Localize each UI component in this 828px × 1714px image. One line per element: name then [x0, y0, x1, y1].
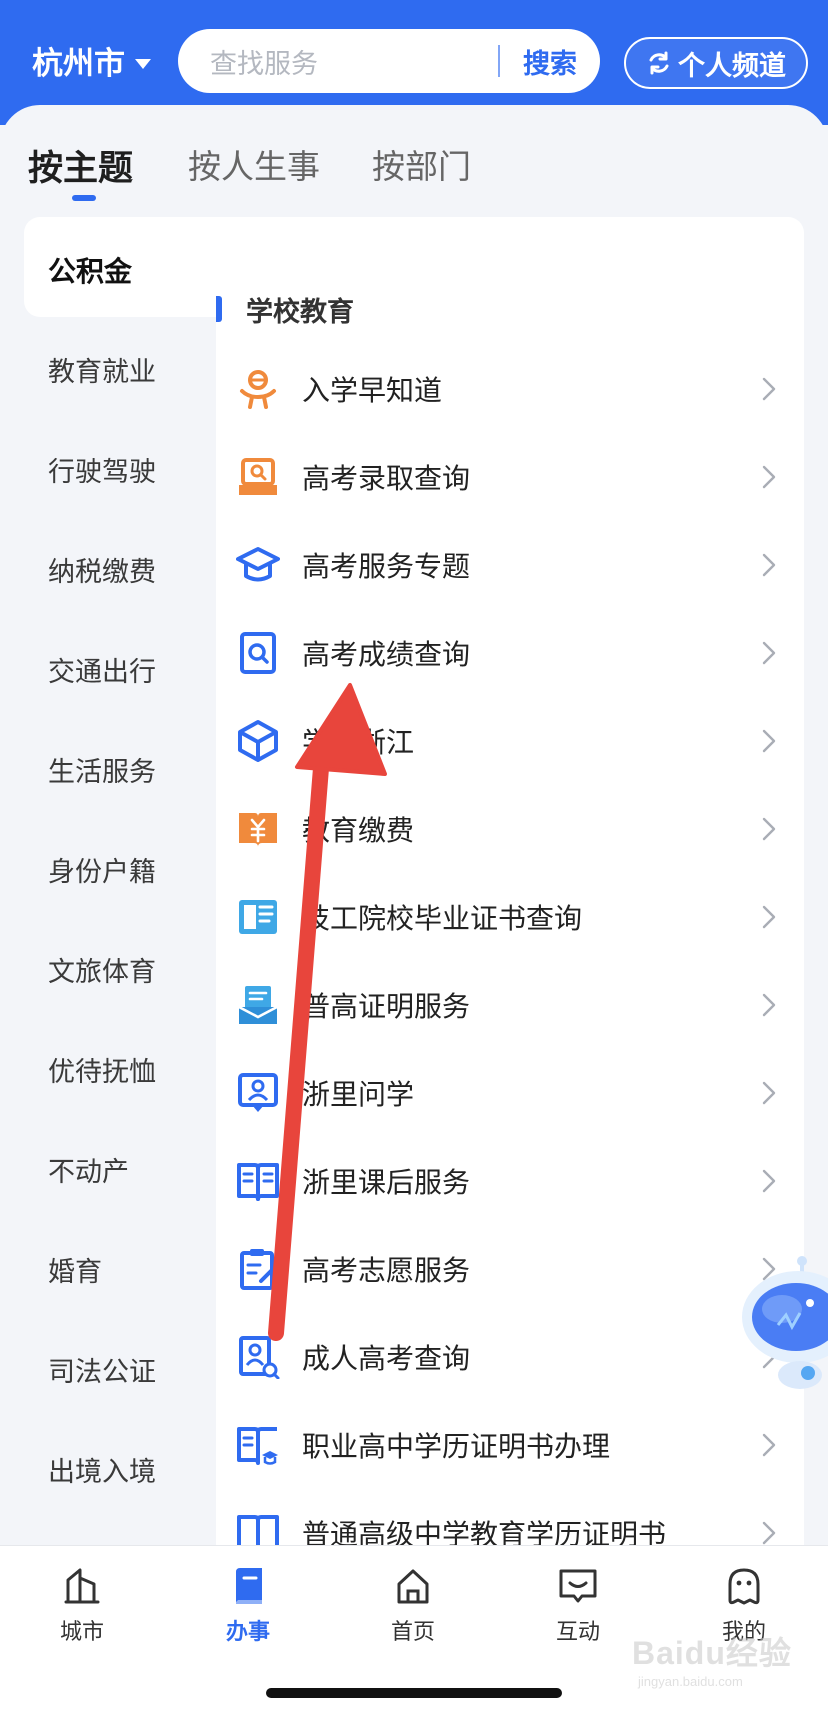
topic-tabs: 按主题 按人生事 按部门 — [0, 140, 828, 201]
search-button[interactable]: 搜索 — [500, 42, 600, 81]
category-item-real-estate[interactable]: 不动产 — [48, 1150, 129, 1189]
admission-query-icon — [239, 458, 277, 495]
nav-home[interactable]: 首页 — [353, 1566, 473, 1646]
certificate-book-icon — [239, 900, 277, 934]
personal-channel-button[interactable]: 个人频道 — [624, 37, 808, 89]
category-item-preferential-care[interactable]: 优待抚恤 — [48, 1050, 156, 1089]
assistant-robot-icon[interactable] — [740, 1255, 828, 1405]
proof-service-icon — [238, 986, 278, 1024]
cube-icon — [238, 720, 278, 762]
watermark-main: Baidu经验 — [632, 1635, 792, 1671]
category-item-culture-sports[interactable]: 文旅体育 — [48, 950, 156, 989]
category-item-education-employment[interactable]: 教育就业 — [48, 350, 156, 389]
chevron-right-icon — [762, 1169, 776, 1193]
chevron-right-icon — [762, 729, 776, 753]
service-item[interactable]: 教育缴费 — [236, 801, 780, 857]
category-item-exit-entry[interactable]: 出境入境 — [48, 1450, 156, 1489]
service-item-label: 普高证明服务 — [302, 990, 471, 1023]
nav-city-label: 城市 — [59, 1620, 104, 1645]
interact-icon — [559, 1569, 597, 1603]
city-selector[interactable]: 杭州市 — [32, 38, 151, 83]
service-item[interactable]: 高考成绩查询 — [236, 625, 780, 681]
service-item[interactable]: 学在浙江 — [236, 713, 780, 769]
services-icon — [236, 1568, 262, 1604]
search-bar[interactable]: 查找服务 搜索 — [178, 29, 600, 93]
chevron-right-icon — [762, 377, 776, 401]
section-indicator-bar — [216, 296, 222, 322]
service-item[interactable]: 入学早知道 — [236, 361, 780, 417]
service-item[interactable]: 高考录取查询 — [236, 449, 780, 505]
category-item-marriage-birth[interactable]: 婚育 — [48, 1250, 102, 1289]
nav-services-label: 办事 — [225, 1620, 270, 1645]
after-school-icon — [237, 1163, 279, 1201]
category-item-housing-fund[interactable]: 公积金 — [48, 250, 132, 290]
chevron-right-icon — [762, 465, 776, 489]
refresh-icon — [649, 51, 669, 75]
service-item[interactable]: 浙里问学 — [236, 1065, 780, 1121]
baidu-watermark: Baidu经验 jingyan.baidu.com — [632, 1628, 822, 1689]
service-item[interactable]: 浙里课后服务 — [236, 1153, 780, 1209]
service-item-label: 浙里课后服务 — [302, 1166, 471, 1199]
personal-channel-label: 个人频道 — [678, 50, 786, 82]
chevron-right-icon — [762, 641, 776, 665]
category-item-life-services[interactable]: 生活服务 — [48, 750, 156, 789]
category-item-transport[interactable]: 交通出行 — [48, 650, 156, 689]
service-item-label: 成人高考查询 — [302, 1342, 471, 1375]
service-item[interactable]: 普高证明服务 — [236, 977, 780, 1033]
profile-icon — [728, 1568, 760, 1605]
service-item[interactable]: 技工院校毕业证书查询 — [236, 889, 780, 945]
ask-study-icon — [238, 1073, 278, 1112]
category-item-identity-registry[interactable]: 身份户籍 — [48, 850, 156, 889]
service-item-label: 入学早知道 — [302, 374, 443, 407]
chevron-right-icon — [762, 1433, 776, 1457]
service-item-label: 高考成绩查询 — [302, 638, 471, 671]
service-item-label: 浙里问学 — [302, 1078, 415, 1111]
service-item[interactable]: 高考志愿服务 — [236, 1241, 780, 1297]
nav-interact[interactable]: 互动 — [518, 1566, 638, 1646]
service-item-label: 技工院校毕业证书查询 — [302, 902, 583, 935]
education-payment-icon — [239, 813, 277, 847]
category-item-notary[interactable]: 司法公证 — [48, 1350, 156, 1389]
service-item[interactable]: 成人高考查询 — [236, 1329, 780, 1385]
chevron-right-icon — [762, 553, 776, 577]
service-item[interactable]: 高考服务专题 — [236, 537, 780, 593]
score-query-icon — [240, 632, 276, 674]
tab-active-indicator — [72, 195, 96, 201]
nav-city[interactable]: 城市 — [22, 1566, 142, 1646]
tab-by-life-event[interactable]: 按人生事 — [188, 140, 320, 188]
city-icon — [64, 1568, 100, 1604]
chevron-right-icon — [762, 905, 776, 929]
city-label: 杭州市 — [32, 46, 125, 82]
service-item-label: 职业高中学历证明书办理 — [302, 1430, 611, 1463]
search-input[interactable]: 查找服务 — [210, 42, 498, 81]
home-indicator — [266, 1688, 562, 1698]
service-item[interactable]: 职业高中学历证明书办理 — [236, 1417, 780, 1473]
chevron-right-icon — [762, 993, 776, 1017]
tab-by-theme[interactable]: 按主题 — [28, 140, 133, 191]
service-item-label: 高考服务专题 — [302, 550, 471, 583]
service-item-label: 教育缴费 — [302, 814, 415, 847]
section-title: 学校教育 — [246, 297, 354, 328]
tab-by-department[interactable]: 按部门 — [372, 140, 471, 188]
service-item-label: 学在浙江 — [302, 726, 415, 759]
search-divider — [498, 45, 500, 77]
nav-interact-label: 互动 — [555, 1620, 600, 1645]
enrollment-icon — [240, 370, 276, 409]
home-icon — [397, 1569, 429, 1604]
service-item-label: 高考录取查询 — [302, 462, 471, 495]
category-item-tax-payment[interactable]: 纳税缴费 — [48, 550, 156, 589]
graduation-cap-icon — [236, 547, 280, 582]
chevron-right-icon — [762, 1521, 776, 1545]
nav-home-label: 首页 — [390, 1620, 435, 1645]
category-item-driving[interactable]: 行驶驾驶 — [48, 450, 156, 489]
chevron-right-icon — [762, 817, 776, 841]
application-edit-icon — [240, 1249, 277, 1290]
caret-down-icon — [135, 58, 151, 69]
adult-exam-icon — [239, 1336, 280, 1379]
nav-services[interactable]: 办事 — [188, 1566, 308, 1646]
chevron-right-icon — [762, 1081, 776, 1105]
vocational-cert-icon — [237, 1427, 278, 1465]
watermark-sub: jingyan.baidu.com — [638, 1674, 743, 1689]
service-item-label: 高考志愿服务 — [302, 1254, 471, 1287]
